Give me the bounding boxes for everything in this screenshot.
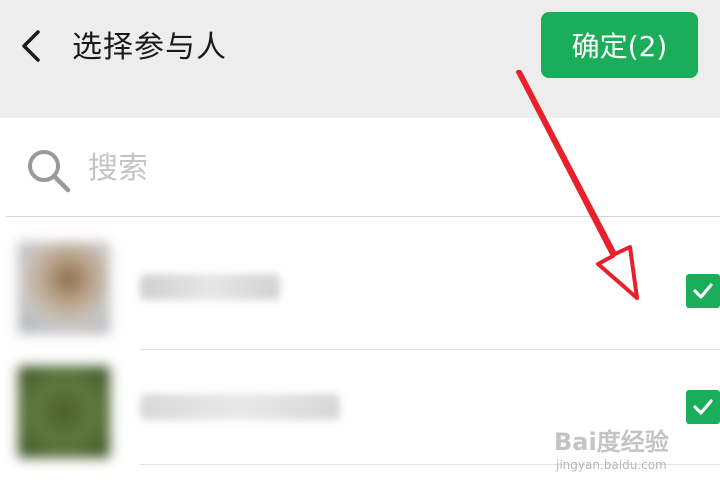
selection-checkbox[interactable] xyxy=(686,390,720,424)
search-input[interactable] xyxy=(88,146,648,190)
contact-name xyxy=(140,394,340,427)
divider xyxy=(6,216,720,217)
top-bar: 选择参与人 确定(2) xyxy=(0,0,720,97)
avatar xyxy=(18,242,110,334)
checkmark-icon xyxy=(693,399,713,415)
avatar xyxy=(18,366,110,458)
watermark-url: jingyan.baidu.com xyxy=(556,458,667,472)
checkmark-icon xyxy=(693,283,713,299)
selection-checkbox[interactable] xyxy=(686,274,720,308)
contact-name xyxy=(140,274,280,307)
page-title: 选择参与人 xyxy=(72,30,227,65)
chevron-left-icon[interactable] xyxy=(16,26,46,66)
confirm-button[interactable]: 确定(2) xyxy=(541,12,698,78)
search-bar xyxy=(0,118,720,216)
search-icon xyxy=(28,150,71,193)
list-item[interactable] xyxy=(0,236,720,352)
divider xyxy=(140,349,720,350)
separator-band xyxy=(0,96,720,118)
